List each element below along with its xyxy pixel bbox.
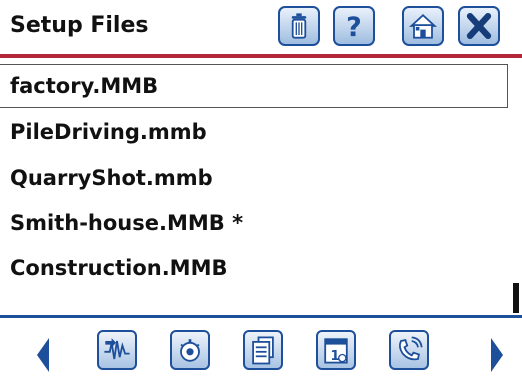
svg-text:?: ?: [346, 12, 362, 43]
help-icon: ?: [346, 12, 362, 43]
documents-button[interactable]: [243, 330, 283, 370]
settings-button[interactable]: [170, 330, 210, 370]
scrollbar[interactable]: [510, 58, 522, 315]
phone-icon: [398, 336, 423, 361]
list-item[interactable]: QuarryShot.mmb: [0, 156, 508, 200]
list-item[interactable]: factory.MMB: [0, 64, 508, 108]
scroll-left-arrow[interactable]: [36, 337, 50, 373]
scrollbar-thumb[interactable]: [513, 283, 519, 313]
phone-button[interactable]: [389, 330, 429, 370]
list-item[interactable]: Construction.MMB: [0, 246, 508, 290]
home-button[interactable]: [402, 6, 444, 46]
header-bar: Setup Files ?: [0, 0, 522, 58]
calendar-icon: 1: [324, 338, 348, 364]
waveform-button[interactable]: [97, 330, 137, 370]
settings-dial-icon: [180, 339, 200, 362]
list-item[interactable]: Smith-house.MMB *: [0, 201, 508, 245]
home-icon: [408, 13, 438, 39]
documents-icon: [252, 336, 274, 365]
calendar-button[interactable]: 1: [316, 330, 356, 370]
trash-icon: [291, 13, 307, 39]
scroll-right-arrow[interactable]: [490, 337, 504, 373]
delete-button[interactable]: [278, 6, 320, 46]
list-item[interactable]: PileDriving.mmb: [0, 110, 508, 154]
setup-file-list: factory.MMB PileDriving.mmb QuarryShot.m…: [0, 58, 522, 315]
help-button[interactable]: ?: [333, 6, 375, 46]
page-title: Setup Files: [10, 13, 149, 38]
waveform-icon: [104, 338, 130, 360]
close-button[interactable]: [458, 6, 500, 46]
svg-text:1: 1: [330, 348, 339, 364]
close-icon: [466, 12, 492, 40]
